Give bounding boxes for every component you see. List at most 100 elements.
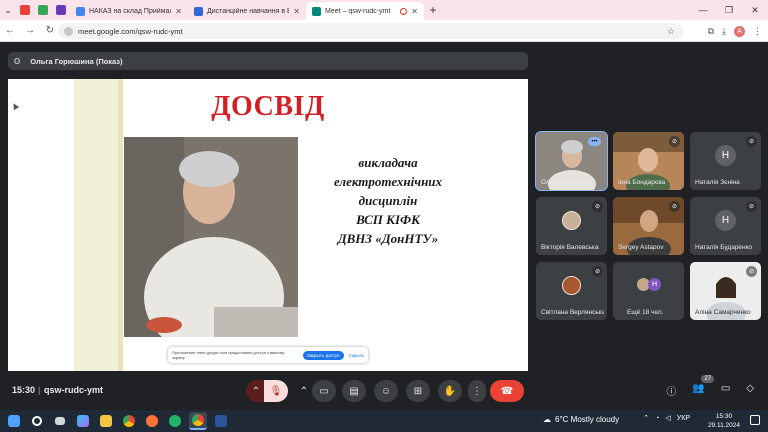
meeting-code: qsw-rudc-ymt (44, 385, 104, 395)
close-window-icon[interactable]: ✕ (742, 0, 768, 20)
network-icon[interactable]: ◔ (655, 415, 659, 422)
more-options-button[interactable]: ⋮ (468, 380, 486, 402)
chrome-button[interactable] (120, 412, 138, 430)
speaker-icon[interactable]: ◁ (665, 414, 670, 422)
profile-avatar[interactable]: A (734, 25, 745, 37)
copilot-icon (77, 415, 89, 427)
mic-toggle-button[interactable]: 🎙 (264, 380, 288, 402)
participant-tile[interactable]: ⊘ Аліна Самарченко (690, 262, 761, 320)
more-participants-tile[interactable]: Н Ещё 18 чел. (613, 262, 684, 320)
slide-line: електротехнічних (333, 174, 443, 189)
close-tab-icon[interactable]: ✕ (411, 7, 418, 16)
slide-line: ВСП КІФК (356, 212, 420, 227)
globe-icon (76, 6, 85, 16)
start-button[interactable] (5, 412, 23, 430)
copilot-button[interactable] (74, 412, 92, 430)
clock-time: 15:30 (715, 413, 733, 420)
notifications-icon[interactable] (750, 415, 760, 425)
url-text: meet.google.com/qsw-rudc-ymt (78, 26, 183, 36)
language-indicator[interactable]: УКР (677, 415, 690, 422)
pinned-tab-app[interactable] (34, 0, 52, 20)
firefox-button[interactable] (143, 412, 161, 430)
mic-off-icon: ⊘ (746, 136, 757, 147)
chat-icon[interactable]: ▭ (721, 383, 730, 398)
more-options-icon[interactable]: ••• (588, 137, 601, 146)
raise-hand-button[interactable]: ✋ (438, 380, 462, 402)
people-icon[interactable]: 👥 (692, 383, 704, 398)
hangup-icon: ☎ (500, 385, 514, 397)
present-button[interactable]: ⊞ (406, 380, 430, 402)
close-tab-icon[interactable]: ✕ (293, 7, 300, 16)
pinned-tab-forms[interactable] (52, 0, 70, 20)
url-bar[interactable]: meet.google.com/qsw-rudc-ymt ☆ (58, 23, 683, 39)
meeting-time: 15:30 (12, 385, 36, 395)
participant-tile[interactable]: ⊘ Світлана Верлянська (536, 262, 607, 320)
emoji-icon: ☺ (380, 385, 392, 397)
avatar: Н (648, 278, 661, 291)
browser-tab-meet[interactable]: Meet – qsw-rudc-ymt ✕ (306, 2, 424, 20)
task-view-icon (55, 417, 65, 425)
participant-tile[interactable]: Н ⊘ Наталія Бударенко (690, 197, 761, 255)
back-icon[interactable]: ← (0, 25, 20, 36)
participant-tile[interactable]: ⊘ Вікторія Валевська (536, 197, 607, 255)
clock[interactable]: 15:30 29.11.2024 (708, 412, 740, 430)
edge-button[interactable] (166, 412, 184, 430)
tab-title: Meet – qsw-rudc-ymt (325, 7, 391, 15)
task-view-button[interactable] (51, 412, 69, 430)
participant-name: Світлана Верлянська (541, 309, 604, 316)
participant-tile[interactable]: ⊘ Sergey Astapov (613, 197, 684, 255)
tab-search-icon[interactable]: ⌄ (0, 0, 16, 20)
system-tray: ⌃ ◔ ◁ УКР (643, 414, 690, 423)
meeting-controls: 15:30 | qsw-rudc-ymt ⌃ 🎙 ⌃ ▭ ▤ ☺ ⊞ ✋ ⋮ ☎… (0, 375, 768, 409)
participant-name: Аліна Самарченко (695, 309, 751, 316)
chrome-icon (192, 414, 204, 426)
site-info-icon[interactable] (64, 26, 73, 36)
reload-icon[interactable]: ↻ (40, 25, 60, 36)
hide-notice-link[interactable]: Скрыть (349, 353, 364, 358)
mic-off-icon: ⊘ (669, 136, 680, 147)
browser-tab-1[interactable]: НАКАЗ на склад Приймальної комісії ✕ (70, 2, 188, 20)
meet-taskbar-button[interactable] (189, 412, 207, 430)
participant-name: Вікторія Валевська (541, 244, 599, 251)
browser-tab-strip: ⌄ НАКАЗ на склад Приймальної комісії ✕ Д… (0, 0, 768, 20)
download-icon[interactable]: ⤓ (722, 26, 726, 37)
video-options-button[interactable]: ⌃ (294, 380, 314, 402)
minimize-icon[interactable]: — (690, 0, 716, 20)
bookmark-star-icon[interactable]: ☆ (667, 26, 675, 37)
participant-name: Sergey Astapov (618, 244, 664, 251)
pin-icon[interactable]: O (14, 57, 20, 66)
leave-call-button[interactable]: ☎ (490, 380, 524, 402)
reactions-button[interactable]: ☺ (374, 380, 398, 402)
participant-tile[interactable]: ⊘ Інна Бондарєва (613, 132, 684, 190)
search-button[interactable] (28, 412, 46, 430)
audio-options-button[interactable]: ⌃ (246, 380, 266, 402)
weather-widget[interactable]: ☁ 6°C Mostly cloudy (543, 415, 619, 424)
captions-button[interactable]: ▤ (342, 380, 366, 402)
explorer-button[interactable] (97, 412, 115, 430)
forward-icon[interactable]: → (20, 25, 40, 36)
slide-body: викладача електротехнічних дисциплін ВСП… (308, 153, 468, 248)
share-notice-text: Приложение meet.google.com предоставил д… (172, 350, 285, 360)
more-participants-label: Ещё 18 чел. (627, 309, 664, 316)
participant-tile[interactable]: Н ⊘ Наталія Зєніна (690, 132, 761, 190)
browser-tab-2[interactable]: Дистанційне навчання в ВСП ✕ (188, 2, 306, 20)
camera-toggle-button[interactable]: ▭ (312, 380, 336, 402)
edge-icon (169, 415, 181, 427)
maximize-icon[interactable]: ❐ (716, 0, 742, 20)
slide-line: дисциплін (358, 193, 418, 208)
word-button[interactable] (212, 412, 230, 430)
info-icon[interactable]: ⓘ (666, 383, 676, 398)
close-tab-icon[interactable]: ✕ (175, 7, 182, 16)
pinned-tab-gmail[interactable] (16, 0, 34, 20)
slide-line: ДВНЗ «ДонНТУ» (337, 231, 439, 246)
stop-sharing-button[interactable]: Закрыть доступ (302, 350, 344, 360)
extensions-icon[interactable]: ⧉ (708, 26, 714, 37)
avatar (562, 211, 581, 230)
chevron-up-icon[interactable]: ⌃ (643, 414, 649, 422)
menu-icon[interactable]: ⋮ (753, 26, 762, 37)
tab-title: НАКАЗ на склад Приймальної комісії (89, 7, 171, 15)
activities-icon[interactable]: ◇ (746, 383, 754, 398)
screen-share-notice: Приложение meet.google.com предоставил д… (168, 347, 368, 363)
participant-tile[interactable]: ••• Ольга Горюшина (535, 131, 608, 191)
new-tab-button[interactable]: + (424, 3, 442, 17)
